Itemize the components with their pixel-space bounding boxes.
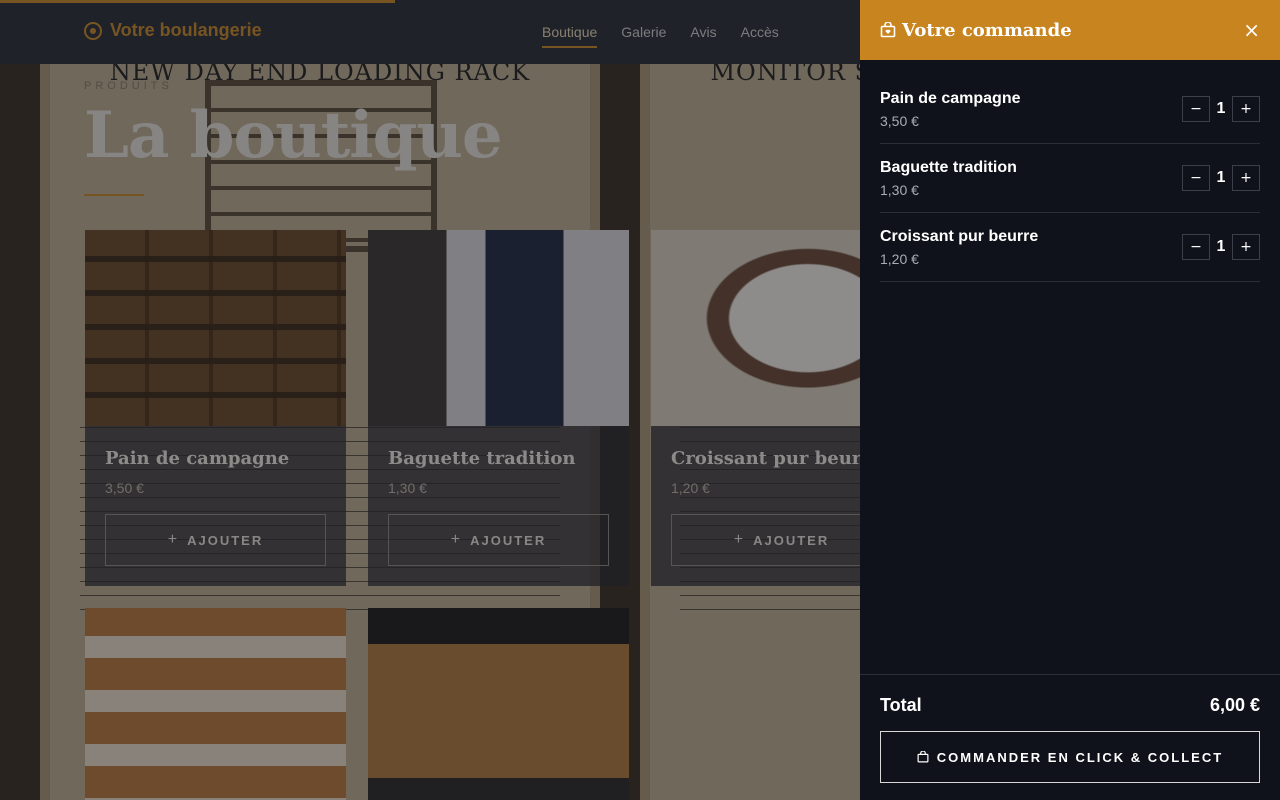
decrease-quantity-button[interactable]: − — [1182, 234, 1210, 260]
cart-header: Votre commande × — [860, 0, 1280, 60]
cart-item: Croissant pur beurre 1,20 € − 1 + — [880, 213, 1260, 282]
cart-item: Baguette tradition 1,30 € − 1 + — [880, 144, 1260, 213]
total-label: Total — [880, 695, 922, 715]
cart-item-price: 3,50 € — [880, 113, 919, 129]
cart-footer: Total 6,00 € COMMANDER EN CLICK & COLLEC… — [860, 674, 1280, 800]
cart-title: Votre commande — [880, 20, 1072, 41]
quantity-value: 1 — [1216, 169, 1226, 186]
cart-item-price: 1,20 € — [880, 251, 919, 267]
cart-title-text: Votre commande — [902, 19, 1072, 41]
quantity-value: 1 — [1216, 100, 1226, 117]
cart-item-price: 1,30 € — [880, 182, 919, 198]
shopping-bag-icon — [880, 22, 896, 38]
quantity-stepper: − 1 + — [1182, 165, 1260, 191]
cart-item: Pain de campagne 3,50 € − 1 + — [880, 60, 1260, 144]
increase-quantity-button[interactable]: + — [1232, 96, 1260, 122]
checkout-button[interactable]: COMMANDER EN CLICK & COLLECT — [880, 731, 1260, 783]
cart-item-name: Baguette tradition — [880, 159, 1017, 176]
increase-quantity-button[interactable]: + — [1232, 234, 1260, 260]
cart-items-list: Pain de campagne 3,50 € − 1 + Baguette t… — [860, 60, 1280, 282]
quantity-stepper: − 1 + — [1182, 96, 1260, 122]
total-value: 6,00 € — [1209, 695, 1260, 715]
decrease-quantity-button[interactable]: − — [1182, 165, 1210, 191]
cart-drawer: Votre commande × Pain de campagne 3,50 €… — [860, 0, 1280, 800]
decrease-quantity-button[interactable]: − — [1182, 96, 1210, 122]
quantity-stepper: − 1 + — [1182, 234, 1260, 260]
checkout-label: COMMANDER EN CLICK & COLLECT — [936, 749, 1224, 765]
shopping-bag-icon — [917, 751, 929, 763]
close-icon[interactable]: × — [1243, 18, 1260, 42]
cart-item-name: Pain de campagne — [880, 90, 1021, 107]
quantity-value: 1 — [1216, 238, 1226, 255]
increase-quantity-button[interactable]: + — [1232, 165, 1260, 191]
cart-item-name: Croissant pur beurre — [880, 228, 1039, 245]
